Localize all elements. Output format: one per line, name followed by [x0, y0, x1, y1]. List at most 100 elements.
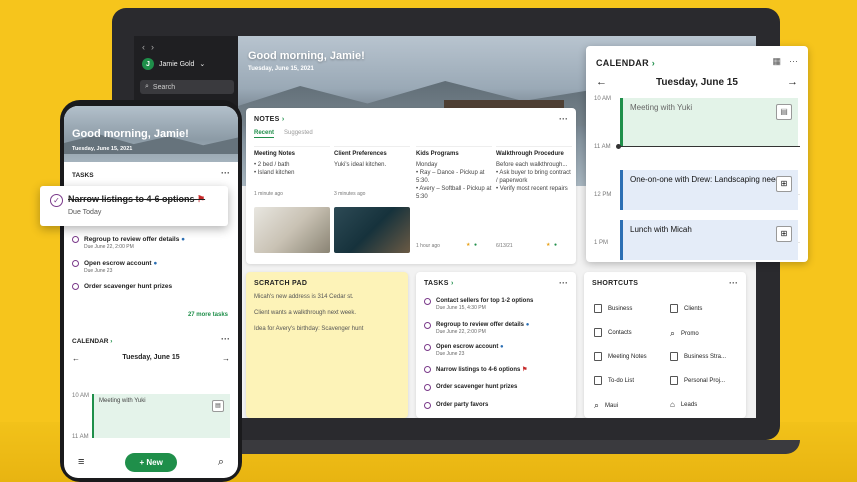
phone-screen: Good morning, Jamie! Tuesday, June 15, 2…: [64, 106, 238, 478]
note-icon: [670, 352, 678, 361]
next-day-arrow-icon[interactable]: →: [787, 76, 798, 88]
notebook-icon: [670, 304, 678, 313]
back-arrow-icon[interactable]: ‹: [142, 42, 151, 52]
task-checkbox[interactable]: [424, 366, 431, 373]
event-lunch-micah[interactable]: Lunch with Micah ⊞: [620, 220, 798, 260]
shortcut-personal-projects[interactable]: Personal Proj...: [670, 376, 725, 385]
note-card[interactable]: Walkthrough Procedure Before each walkth…: [496, 146, 572, 260]
task-checkbox[interactable]: [424, 344, 431, 351]
task-checkbox[interactable]: [72, 260, 79, 267]
search-label: Search: [152, 83, 176, 91]
shortcut-business[interactable]: Business: [594, 304, 632, 313]
shortcut-business-strategy[interactable]: Business Stra...: [670, 352, 726, 361]
note-card[interactable]: Kids Programs Monday • Ray – Dance - Pic…: [416, 146, 492, 260]
calendar-icon[interactable]: ▦: [772, 56, 781, 67]
note-card[interactable]: Client Preferences Yuki's ideal kitchen.…: [334, 146, 410, 260]
note-icon: [594, 328, 602, 337]
shortcut-maui[interactable]: ⌕ Maui: [594, 400, 618, 411]
scratch-line: Client wants a walkthrough next week.: [254, 310, 357, 316]
note-card[interactable]: Meeting Notes • 2 bed / bath • Island ki…: [254, 146, 330, 260]
phone-calendar-nav: ← Tuesday, June 15 →: [72, 354, 230, 363]
more-tasks-link[interactable]: 27 more tasks: [188, 312, 228, 318]
scratch-pad-widget[interactable]: SCRATCH PAD Micah's new address is 314 C…: [246, 272, 408, 418]
task-checkbox[interactable]: [424, 322, 431, 329]
event-meeting-yuki[interactable]: Meeting with Yuki ▤: [92, 394, 230, 438]
more-options-icon[interactable]: ···: [789, 56, 798, 67]
event-drew[interactable]: One-on-one with Drew: Landscaping needs …: [620, 170, 798, 210]
menu-icon[interactable]: ≡: [78, 456, 84, 468]
notes-tabs: Recent Suggested: [254, 130, 313, 138]
user-menu[interactable]: J Jamie Gold ⌄: [142, 58, 205, 70]
shortcut-promo[interactable]: ⌕ Promo: [670, 328, 699, 339]
user-name: Jamie Gold: [159, 60, 195, 68]
shortcuts-title: SHORTCUTS: [592, 280, 639, 287]
notes-title[interactable]: NOTES ›: [254, 116, 285, 123]
task-item[interactable]: Order party favors: [424, 402, 488, 409]
calendar-title[interactable]: CALENDAR ›: [596, 58, 655, 68]
phone-date: Tuesday, June 15, 2021: [72, 146, 133, 152]
task-item[interactable]: Order scavenger hunt prizes: [424, 384, 517, 391]
note-title: Walkthrough Procedure: [496, 151, 564, 157]
task-checkbox[interactable]: [424, 298, 431, 305]
more-options-icon[interactable]: ···: [559, 278, 568, 288]
phone-bottom-bar: ≡ + New ⌕: [64, 446, 238, 478]
task-item[interactable]: Regroup to review offer details ● Due Jun…: [424, 322, 529, 335]
more-options-icon[interactable]: ···: [559, 114, 568, 124]
event-meeting-yuki[interactable]: Meeting with Yuki ▤: [620, 98, 798, 146]
history-nav[interactable]: ‹›: [142, 42, 160, 52]
shortcut-to-do-list[interactable]: To-do List: [594, 376, 634, 385]
tab-recent[interactable]: Recent: [254, 130, 275, 138]
search-button[interactable]: ⌕ Search: [140, 80, 234, 94]
chevron-right-icon: ›: [450, 280, 454, 287]
task-item[interactable]: Regroup to review offer details ● Due Jun…: [72, 236, 185, 250]
task-checkbox[interactable]: [424, 384, 431, 391]
note-meta: 6/13/21: [496, 243, 513, 249]
note-title: Client Preferences: [334, 151, 387, 157]
task-checkbox[interactable]: [72, 283, 79, 290]
note-body: Yuki's ideal kitchen.: [334, 162, 387, 168]
note-body: Monday • Ray – Dance - Pickup at 5:30. •…: [416, 162, 492, 200]
living-room-thumbnail: [254, 207, 330, 253]
shortcut-meeting-notes[interactable]: Meeting Notes: [594, 352, 647, 361]
add-note-icon[interactable]: ⊞: [776, 176, 792, 192]
calendar-date: Tuesday, June 15: [656, 76, 738, 88]
task-item[interactable]: Open escrow account ● Due June 23: [72, 260, 157, 274]
star-icon: ★: [466, 242, 471, 248]
shortcut-contacts[interactable]: Contacts: [594, 328, 632, 337]
task-item[interactable]: Order scavenger hunt prizes: [72, 283, 172, 290]
search-icon: ⌕: [145, 83, 149, 90]
bell-icon: ●: [500, 344, 504, 350]
prev-day-arrow-icon[interactable]: ←: [596, 76, 607, 88]
task-title: Narrow listings to 4-6 options ⚑: [68, 194, 206, 204]
more-options-icon[interactable]: ···: [221, 168, 230, 178]
note-icon[interactable]: ▤: [776, 104, 792, 120]
completed-task-card[interactable]: ✓ Narrow listings to 4-6 options ⚑ Due T…: [40, 186, 228, 226]
task-checkbox[interactable]: [424, 402, 431, 409]
tasks-title[interactable]: TASKS ›: [424, 280, 454, 287]
bell-icon: ●: [153, 260, 158, 267]
prev-day-arrow-icon[interactable]: ←: [72, 354, 80, 363]
forward-arrow-icon[interactable]: ›: [151, 42, 160, 52]
note-icon: [594, 376, 602, 385]
task-checkbox[interactable]: [72, 236, 79, 243]
phone-calendar-title[interactable]: CALENDAR ›: [72, 338, 112, 345]
next-day-arrow-icon[interactable]: →: [222, 354, 230, 363]
more-options-icon[interactable]: ···: [729, 278, 738, 288]
avatar: J: [142, 58, 154, 70]
more-options-icon[interactable]: ···: [221, 334, 230, 344]
add-note-icon[interactable]: ⊞: [776, 226, 792, 242]
shortcut-clients[interactable]: Clients: [670, 304, 702, 313]
tab-suggested[interactable]: Suggested: [284, 130, 313, 138]
calendar-nav: ← Tuesday, June 15 →: [596, 76, 798, 88]
task-item[interactable]: Open escrow account ● Due June 23: [424, 344, 504, 357]
greeting: Good morning, Jamie!: [248, 50, 365, 62]
task-checkbox-checked[interactable]: ✓: [50, 194, 63, 207]
task-item[interactable]: Narrow listings to 4-6 options ⚑: [424, 366, 527, 373]
shortcut-leads[interactable]: ⌂ Leads: [670, 400, 697, 409]
notes-widget: NOTES › ··· Recent Suggested Meeting Not…: [246, 108, 576, 264]
task-item[interactable]: Contact sellers for top 1-2 options Due J…: [424, 298, 533, 311]
new-button[interactable]: + New: [125, 452, 177, 472]
note-icon[interactable]: ▤: [212, 400, 224, 412]
phone-tasks-title[interactable]: TASKS: [72, 172, 94, 179]
search-icon[interactable]: ⌕: [218, 456, 224, 469]
